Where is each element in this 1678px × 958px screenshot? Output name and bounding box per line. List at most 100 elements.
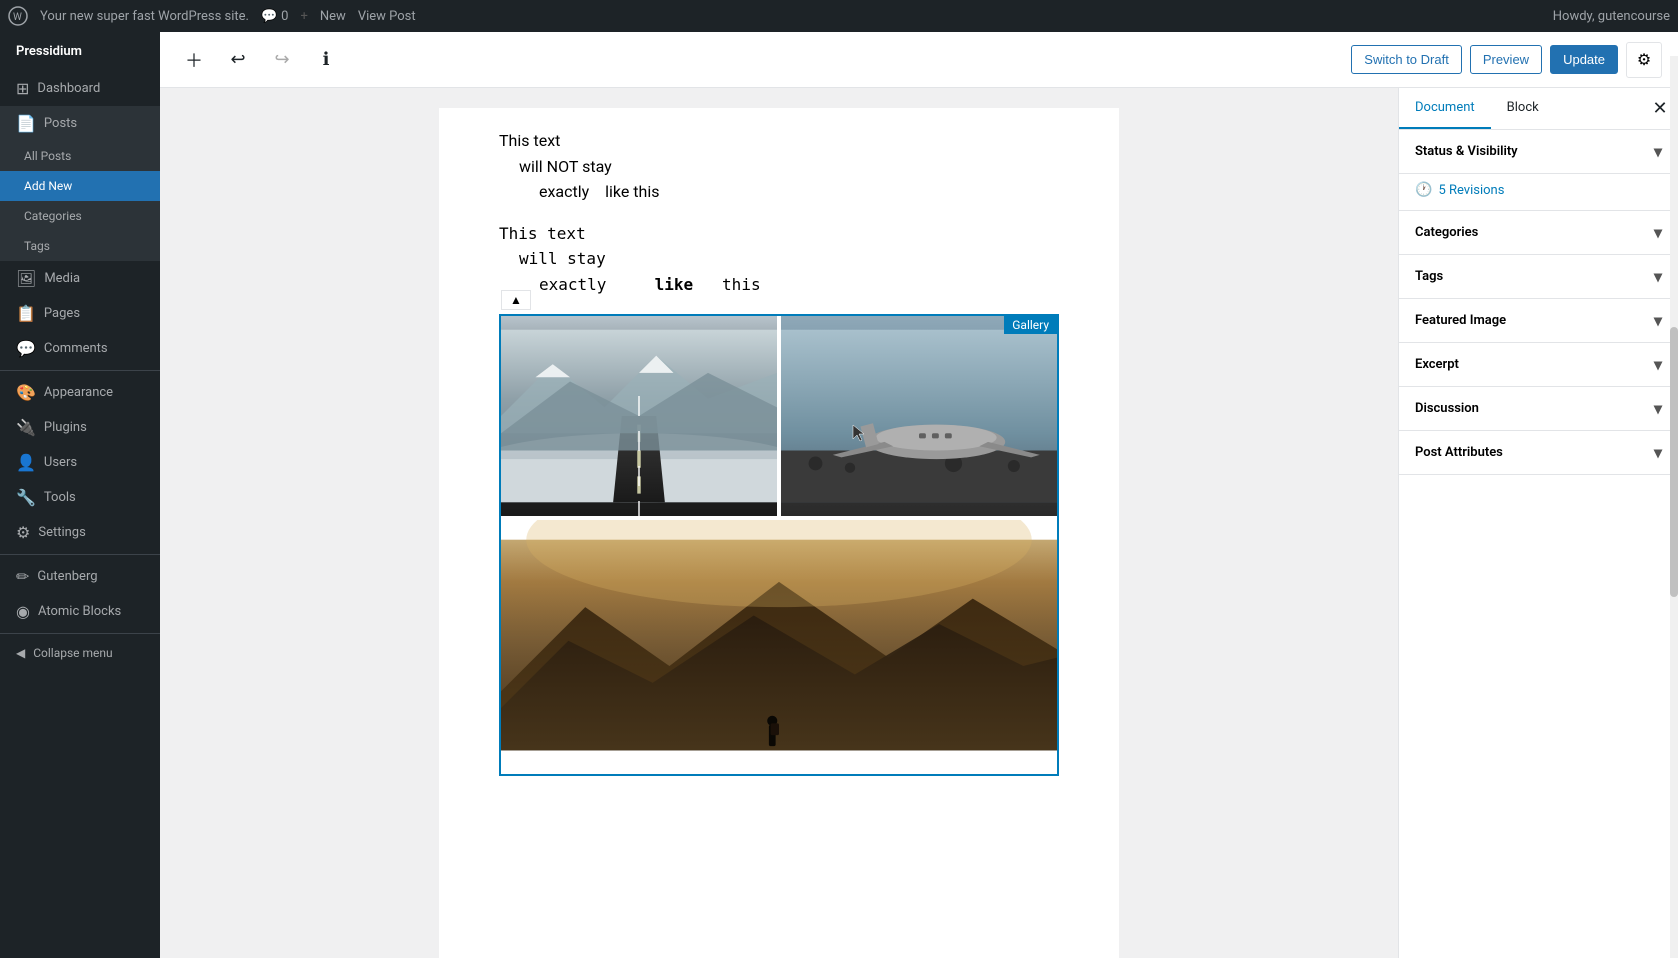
comments-icon: 💬 <box>16 339 36 358</box>
sidebar-item-media[interactable]: 🖼 Media <box>0 261 160 296</box>
switch-to-draft-button[interactable]: Switch to Draft <box>1351 45 1462 74</box>
update-button[interactable]: Update <box>1550 45 1618 74</box>
sidebar-item-appearance[interactable]: 🎨 Appearance <box>0 375 160 410</box>
section-featured-image-header[interactable]: Featured Image ▾ <box>1399 299 1678 342</box>
sidebar-item-plugins[interactable]: 🔌 Plugins <box>0 410 160 445</box>
section-post-attributes-header[interactable]: Post Attributes ▾ <box>1399 431 1678 474</box>
sidebar-item-atomic-blocks[interactable]: ◉ Atomic Blocks <box>0 594 160 629</box>
gallery-block[interactable]: Gallery ▲ <box>499 314 1059 776</box>
appearance-icon: 🎨 <box>16 383 36 402</box>
gallery-image-wreck[interactable] <box>781 316 1057 516</box>
site-name[interactable]: Your new super fast WordPress site. <box>40 9 249 24</box>
chevron-down-icon-categories: ▾ <box>1654 223 1662 242</box>
gallery-collapse-button[interactable]: ▲ <box>501 290 531 310</box>
tab-block[interactable]: Block <box>1491 88 1555 129</box>
sidebar-item-gutenberg[interactable]: ✏ Gutenberg <box>0 559 160 594</box>
tab-document[interactable]: Document <box>1399 88 1491 129</box>
pages-icon: 📋 <box>16 304 36 323</box>
gallery-top-row <box>501 316 1057 516</box>
revisions-link[interactable]: 🕐 5 Revisions <box>1399 174 1678 210</box>
settings-icon: ⚙ <box>16 523 30 542</box>
section-discussion-header[interactable]: Discussion ▾ <box>1399 387 1678 430</box>
sidebar-item-tools[interactable]: 🔧 Tools <box>0 480 160 515</box>
section-revisions: 🕐 5 Revisions <box>1399 174 1678 211</box>
gallery-image-road[interactable] <box>501 316 777 516</box>
text-block-1[interactable]: This text will NOT stay exactly like thi… <box>499 128 1059 205</box>
undo-icon: ↩ <box>230 49 245 70</box>
plugins-icon: 🔌 <box>16 418 36 437</box>
dashboard-icon: ⊞ <box>16 79 29 98</box>
close-icon: ✕ <box>1652 98 1667 119</box>
panel-content: Status & Visibility ▾ 🕐 5 Revisions <box>1399 130 1678 958</box>
sidebar-item-comments[interactable]: 💬 Comments <box>0 331 160 366</box>
sidebar-divider-3 <box>0 633 160 634</box>
howdy-text: Howdy, gutencourse <box>1553 9 1670 24</box>
section-discussion: Discussion ▾ <box>1399 387 1678 431</box>
section-status-visibility-header[interactable]: Status & Visibility ▾ <box>1399 130 1678 173</box>
admin-bar: W Your new super fast WordPress site. 💬 … <box>0 0 1678 32</box>
gallery-label: Gallery <box>1004 316 1057 334</box>
panel-scrollbar[interactable] <box>1670 88 1678 958</box>
section-tags-header[interactable]: Tags ▾ <box>1399 255 1678 298</box>
chevron-down-icon-attributes: ▾ <box>1654 443 1662 462</box>
chevron-down-icon-discussion: ▾ <box>1654 399 1662 418</box>
sidebar-item-tags[interactable]: Tags <box>0 231 160 261</box>
sidebar-logo: Pressidium <box>0 32 160 71</box>
editor-canvas[interactable]: This text will NOT stay exactly like thi… <box>160 88 1398 958</box>
right-panel: Document Block ✕ Status & Visibility <box>1398 88 1678 958</box>
section-categories-header[interactable]: Categories ▾ <box>1399 211 1678 254</box>
atomic-blocks-icon: ◉ <box>16 602 30 621</box>
sidebar-item-settings[interactable]: ⚙ Settings <box>0 515 160 550</box>
section-excerpt: Excerpt ▾ <box>1399 343 1678 387</box>
section-status-visibility: Status & Visibility ▾ <box>1399 130 1678 174</box>
sidebar-divider-1 <box>0 370 160 371</box>
gutenberg-icon: ✏ <box>16 567 29 586</box>
revisions-icon: 🕐 <box>1415 182 1432 198</box>
sidebar: Pressidium ⊞ Dashboard 📄 Posts All Posts… <box>0 32 160 958</box>
sidebar-item-dashboard[interactable]: ⊞ Dashboard <box>0 71 160 106</box>
new-link[interactable]: New <box>320 9 346 24</box>
media-icon: 🖼 <box>16 269 36 288</box>
collapse-icon: ◀ <box>16 646 25 660</box>
settings-gear-icon: ⚙ <box>1637 50 1651 70</box>
wp-logo[interactable]: W <box>8 6 28 26</box>
sidebar-collapse-button[interactable]: ◀ Collapse menu <box>0 638 160 668</box>
chevron-down-icon: ▾ <box>1654 142 1662 161</box>
svg-text:W: W <box>13 12 22 23</box>
sidebar-item-categories[interactable]: Categories <box>0 201 160 231</box>
comment-icon: 💬 <box>261 9 277 24</box>
sidebar-item-users[interactable]: 👤 Users <box>0 445 160 480</box>
redo-button[interactable]: ↪ <box>264 42 300 78</box>
view-post-link[interactable]: View Post <box>358 9 416 24</box>
chevron-down-icon-tags: ▾ <box>1654 267 1662 286</box>
scrollbar-thumb[interactable] <box>1670 327 1678 598</box>
sidebar-item-all-posts[interactable]: All Posts <box>0 141 160 171</box>
tools-icon: 🔧 <box>16 488 36 507</box>
section-tags: Tags ▾ <box>1399 255 1678 299</box>
sidebar-item-pages[interactable]: 📋 Pages <box>0 296 160 331</box>
preview-button[interactable]: Preview <box>1470 45 1542 74</box>
section-categories: Categories ▾ <box>1399 211 1678 255</box>
chevron-up-icon: ▲ <box>510 293 522 307</box>
sidebar-divider-2 <box>0 554 160 555</box>
text-block-2[interactable]: This text will stay exactly like this <box>499 221 1059 298</box>
sidebar-item-add-new[interactable]: Add New <box>0 171 160 201</box>
info-icon: ℹ <box>323 49 330 70</box>
users-icon: 👤 <box>16 453 36 472</box>
add-block-icon: ＋ <box>185 47 203 73</box>
sidebar-item-posts[interactable]: 📄 Posts <box>0 106 160 141</box>
section-excerpt-header[interactable]: Excerpt ▾ <box>1399 343 1678 386</box>
panel-tabs: Document Block ✕ <box>1399 88 1678 130</box>
info-button[interactable]: ℹ <box>308 42 344 78</box>
add-block-button[interactable]: ＋ <box>176 42 212 78</box>
redo-icon: ↪ <box>274 49 289 70</box>
editor-toolbar: ＋ ↩ ↪ ℹ Switch to Draft Preview Update <box>160 32 1678 88</box>
posts-icon: 📄 <box>16 114 36 133</box>
gallery-image-mountain[interactable] <box>501 520 1057 774</box>
editor-content: This text will NOT stay exactly like thi… <box>439 108 1119 958</box>
comments-link[interactable]: 💬 0 <box>261 9 289 24</box>
undo-button[interactable]: ↩ <box>220 42 256 78</box>
settings-panel-button[interactable]: ⚙ <box>1626 42 1662 78</box>
chevron-down-icon-featured: ▾ <box>1654 311 1662 330</box>
chevron-down-icon-excerpt: ▾ <box>1654 355 1662 374</box>
